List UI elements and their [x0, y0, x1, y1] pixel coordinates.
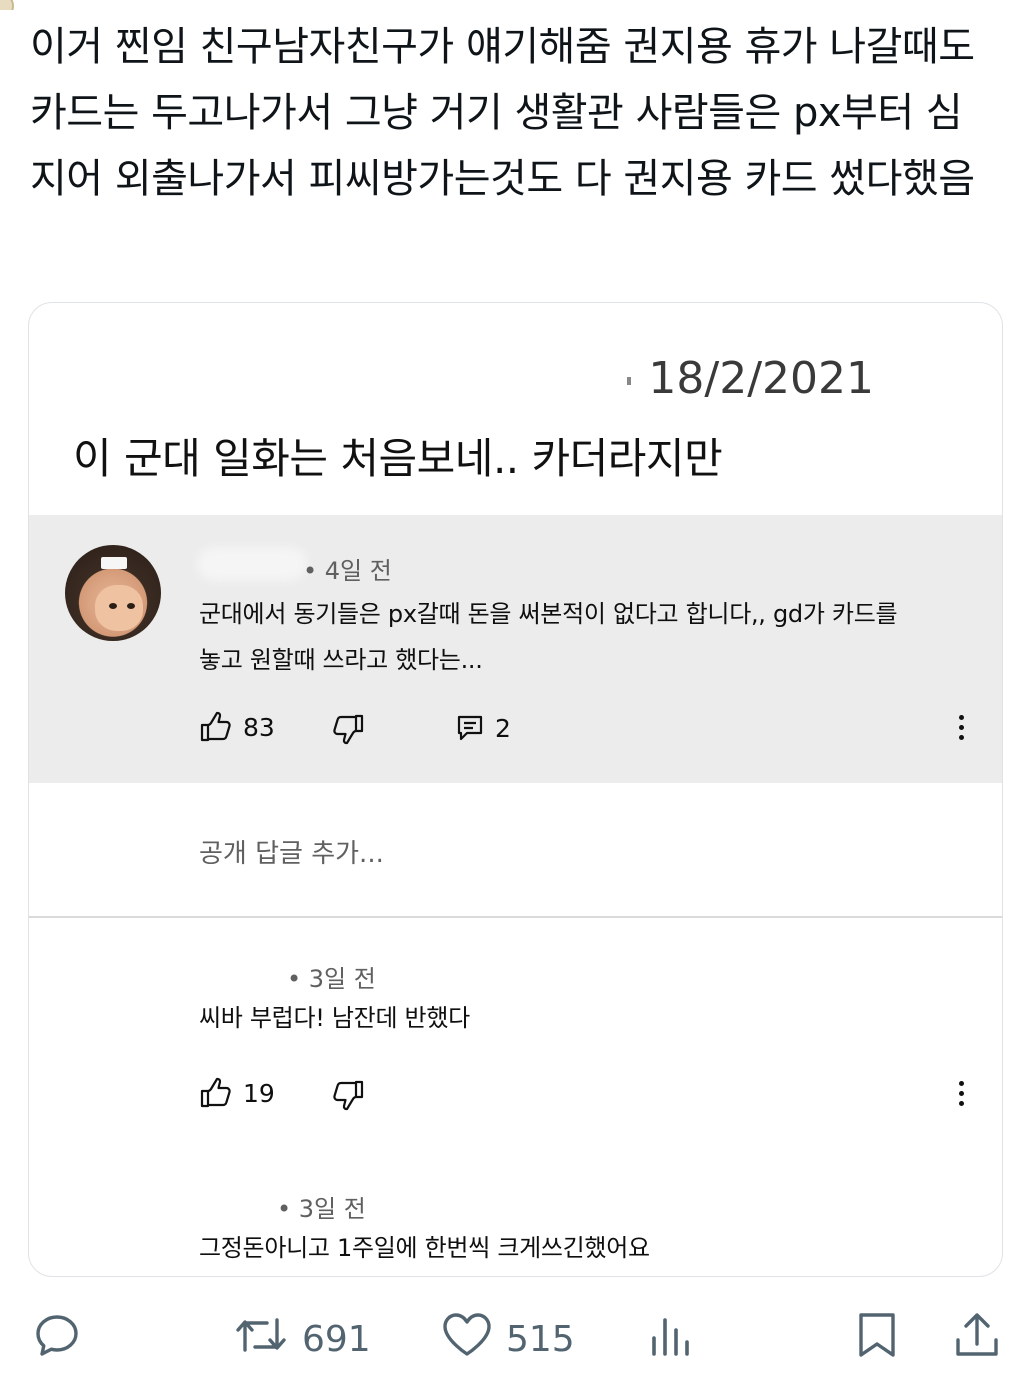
share-icon — [952, 1310, 1002, 1369]
dislike-button[interactable] — [331, 713, 365, 745]
author-avatar[interactable] — [0, 0, 14, 10]
retweet-count: 691 — [302, 1319, 371, 1360]
thumbs-down-icon — [331, 713, 365, 745]
post-title: 이 군대 일화는 처음보네.. 카더라지만 — [73, 434, 723, 483]
replies-button[interactable]: 2 — [455, 713, 511, 743]
tweet-action-bar: 691 515 — [0, 1300, 1031, 1380]
comment-text: 군대에서 동기들은 px갈때 돈을 써본적이 없다고 합니다,, gd가 카드를… — [199, 591, 898, 683]
views-icon — [648, 1310, 694, 1369]
thumbs-up-icon — [199, 711, 233, 743]
comment-time: • 4일 전 — [303, 557, 392, 585]
comment-text: 씨바 부럽다! 남잔데 반했다 — [199, 1004, 470, 1032]
like-count: 19 — [243, 1078, 275, 1108]
commenter-avatar[interactable] — [65, 545, 161, 641]
comment-line-1: 군대에서 동기들은 px갈때 돈을 써본적이 없다고 합니다,, gd가 카드를 — [199, 600, 898, 628]
divider — [29, 916, 1002, 918]
like-button[interactable]: 83 — [199, 711, 275, 743]
date-separator — [627, 377, 631, 385]
reply-button[interactable] — [32, 1310, 82, 1369]
heart-icon — [440, 1310, 494, 1369]
retweet-button[interactable]: 691 — [232, 1310, 371, 1369]
comment-icon — [455, 713, 485, 743]
dislike-button[interactable] — [331, 1079, 365, 1111]
like-button[interactable]: 515 — [440, 1310, 575, 1369]
thumbs-down-icon — [331, 1079, 365, 1111]
quoted-screenshot[interactable]: 18/2/2021 이 군대 일화는 처음보네.. 카더라지만 • 4일 전 군… — [28, 302, 1003, 1277]
post-date: 18/2/2021 — [648, 353, 874, 404]
more-vert-icon[interactable] — [959, 715, 965, 745]
bookmark-button[interactable] — [854, 1310, 900, 1369]
reply-input[interactable]: 공개 답글 추가... — [199, 833, 384, 870]
retweet-icon — [232, 1310, 290, 1369]
comment-line-2: 놓고 원할때 쓰라고 했다는... — [199, 646, 483, 674]
views-button[interactable] — [648, 1310, 694, 1369]
thumbs-up-icon — [199, 1077, 233, 1109]
comment-time: • 3일 전 — [287, 965, 376, 993]
bookmark-icon — [854, 1310, 900, 1369]
share-button[interactable] — [952, 1310, 1002, 1369]
highlighted-comment: • 4일 전 군대에서 동기들은 px갈때 돈을 써본적이 없다고 합니다,, … — [29, 515, 1002, 783]
blurred-username — [197, 547, 307, 581]
like-count: 515 — [506, 1319, 575, 1360]
like-count: 83 — [243, 712, 275, 742]
more-vert-icon[interactable] — [959, 1081, 965, 1111]
like-button[interactable]: 19 — [199, 1077, 275, 1109]
reply-count: 2 — [495, 713, 511, 743]
comment-time: • 3일 전 — [277, 1195, 366, 1223]
tweet-text: 이거 찐임 친구남자친구가 얘기해줌 권지용 휴가 나갈때도 카드는 두고나가서… — [30, 24, 975, 202]
previous-tweet-edge — [0, 0, 1031, 10]
reply-icon — [32, 1310, 82, 1369]
comment-text: 그정돈아니고 1주일에 한번씩 크게쓰긴했어요 — [199, 1234, 650, 1262]
